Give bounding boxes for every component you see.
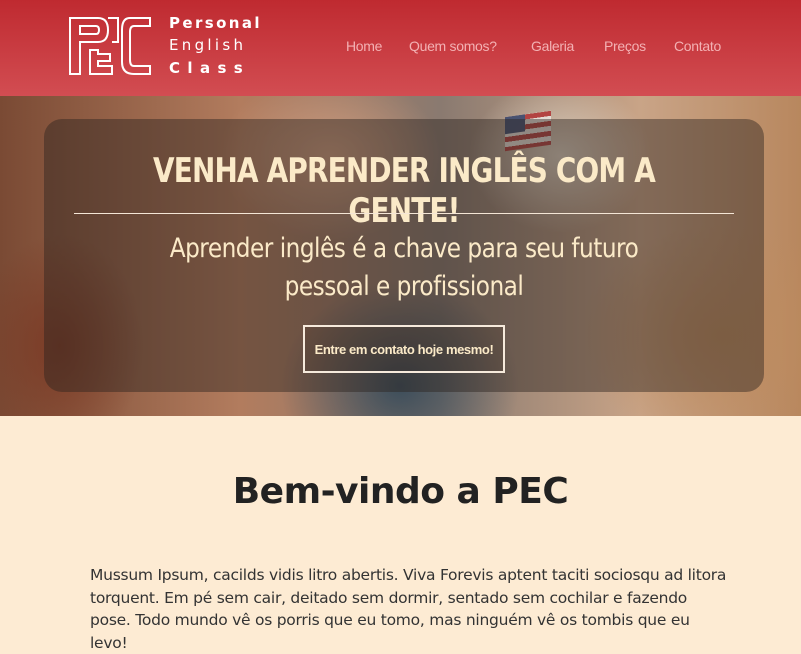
- nav-precos[interactable]: Preços: [604, 38, 646, 54]
- contact-cta-button[interactable]: Entre em contato hoje mesmo!: [303, 325, 505, 373]
- hero-subtitle-text: Aprender inglês é a chave para seu futur…: [169, 233, 639, 302]
- hero-subtitle: Aprender inglês é a chave para seu futur…: [84, 230, 724, 306]
- hero-title: VENHA APRENDER INGLÊS COM A GENTE!: [152, 151, 656, 231]
- logo-word-personal: Personal: [169, 14, 262, 32]
- nav-home[interactable]: Home: [346, 38, 382, 54]
- logo-word-english: English: [169, 36, 247, 54]
- nav-galeria[interactable]: Galeria: [531, 38, 574, 54]
- pec-logo-mark: [69, 17, 151, 75]
- nav-quem-somos[interactable]: Quem somos?: [409, 38, 497, 54]
- intro-paragraph: Mussum Ipsum, cacilds vidis litro aberti…: [90, 566, 727, 652]
- nav-contato[interactable]: Contato: [674, 38, 721, 54]
- logo[interactable]: Personal English Class: [68, 16, 278, 78]
- logo-word-class: Class: [169, 59, 251, 77]
- hero-divider: [74, 213, 734, 214]
- site-header: Personal English Class Home Quem somos? …: [0, 0, 801, 96]
- hero-banner: VENHA APRENDER INGLÊS COM A GENTE! Apren…: [0, 96, 801, 416]
- welcome-heading: Bem-vindo a PEC: [232, 471, 569, 512]
